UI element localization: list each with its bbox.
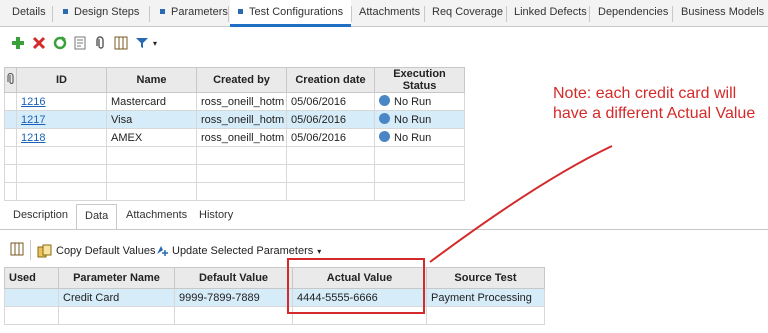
annotation-note: Note: each credit card will have a diffe…: [553, 85, 756, 122]
annotation-arrow: [429, 145, 613, 263]
